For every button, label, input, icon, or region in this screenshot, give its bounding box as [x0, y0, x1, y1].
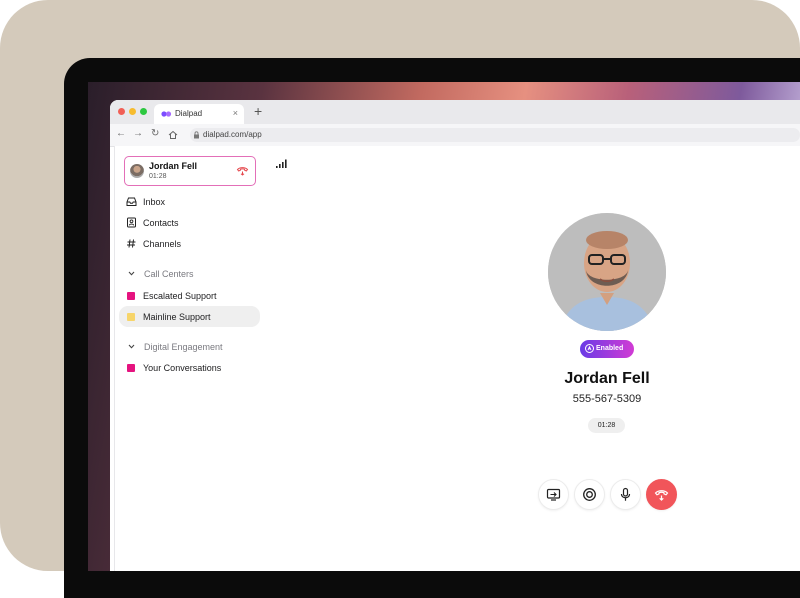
back-arrow-icon[interactable]: ←	[116, 128, 126, 139]
chevron-down-icon	[128, 344, 135, 349]
channel-color-square	[127, 292, 135, 300]
active-call-card[interactable]: Jordan Fell 01:28	[124, 156, 256, 186]
contact-photo	[548, 213, 666, 331]
home-icon[interactable]	[168, 130, 178, 140]
hang-up-icon	[654, 490, 669, 501]
url-text: dialpad.com/app	[203, 130, 262, 139]
section-heading: Call Centers	[144, 269, 194, 279]
sidebar-item-label: Escalated Support	[143, 291, 217, 301]
tab-bar: Dialpad × +	[110, 100, 800, 124]
section-heading: Digital Engagement	[144, 342, 223, 352]
active-call-name: Jordan Fell	[149, 161, 198, 171]
inbox-icon	[126, 197, 137, 206]
sidebar-item-label: Channels	[143, 239, 182, 249]
active-call-duration: 01:28	[149, 173, 167, 180]
maximize-window-button[interactable]	[140, 108, 147, 115]
mute-button[interactable]	[610, 479, 641, 510]
tab-close-icon[interactable]: ×	[233, 108, 238, 118]
tab-title: Dialpad	[175, 109, 203, 118]
record-icon	[583, 488, 596, 501]
sidebar-item-label: Contacts	[143, 218, 179, 228]
status-badge: Enabled	[580, 340, 634, 358]
close-window-button[interactable]	[118, 108, 125, 115]
address-bar-row: ← → ↻ dialpad.com/app	[110, 124, 800, 147]
call-timer: 01:28	[588, 418, 625, 433]
contact-portrait-icon	[548, 213, 666, 331]
contacts-icon	[127, 217, 136, 228]
sidebar: Jordan Fell 01:28 Inbox Contacts Channel…	[114, 146, 266, 571]
lock-icon	[194, 131, 199, 139]
microphone-icon	[620, 487, 631, 501]
call-panel: Enabled Jordan Fell 555-567-5309 01:28	[265, 146, 800, 571]
share-screen-button[interactable]	[538, 479, 569, 510]
new-tab-button[interactable]: +	[254, 103, 262, 119]
hash-icon	[127, 239, 136, 248]
caller-avatar	[130, 164, 144, 178]
channel-color-square	[127, 364, 135, 372]
browser-window: Dialpad × + ← → ↻ dialpad.com/app Jordan…	[110, 100, 800, 571]
share-screen-icon	[546, 488, 561, 501]
sidebar-item-label: Mainline Support	[143, 312, 211, 322]
browser-tab[interactable]: Dialpad ×	[154, 104, 244, 124]
minimize-window-button[interactable]	[129, 108, 136, 115]
channel-color-square	[127, 313, 135, 321]
reload-icon[interactable]: ↻	[151, 128, 159, 139]
contact-name: Jordan Fell	[564, 370, 650, 387]
dialpad-logo-icon	[161, 111, 172, 117]
sidebar-item-label: Inbox	[143, 197, 166, 207]
ai-sparkle-icon	[585, 344, 594, 353]
record-button[interactable]	[574, 479, 605, 510]
signal-strength-icon	[276, 159, 287, 168]
chevron-down-icon	[128, 271, 135, 276]
url-field[interactable]: dialpad.com/app	[190, 128, 800, 142]
forward-arrow-icon[interactable]: →	[133, 128, 143, 139]
hang-up-icon[interactable]	[236, 165, 249, 176]
badge-label: Enabled	[596, 345, 624, 352]
sidebar-item-label: Your Conversations	[143, 363, 222, 373]
end-call-button[interactable]	[646, 479, 677, 510]
contact-number: 555-567-5309	[572, 393, 642, 405]
